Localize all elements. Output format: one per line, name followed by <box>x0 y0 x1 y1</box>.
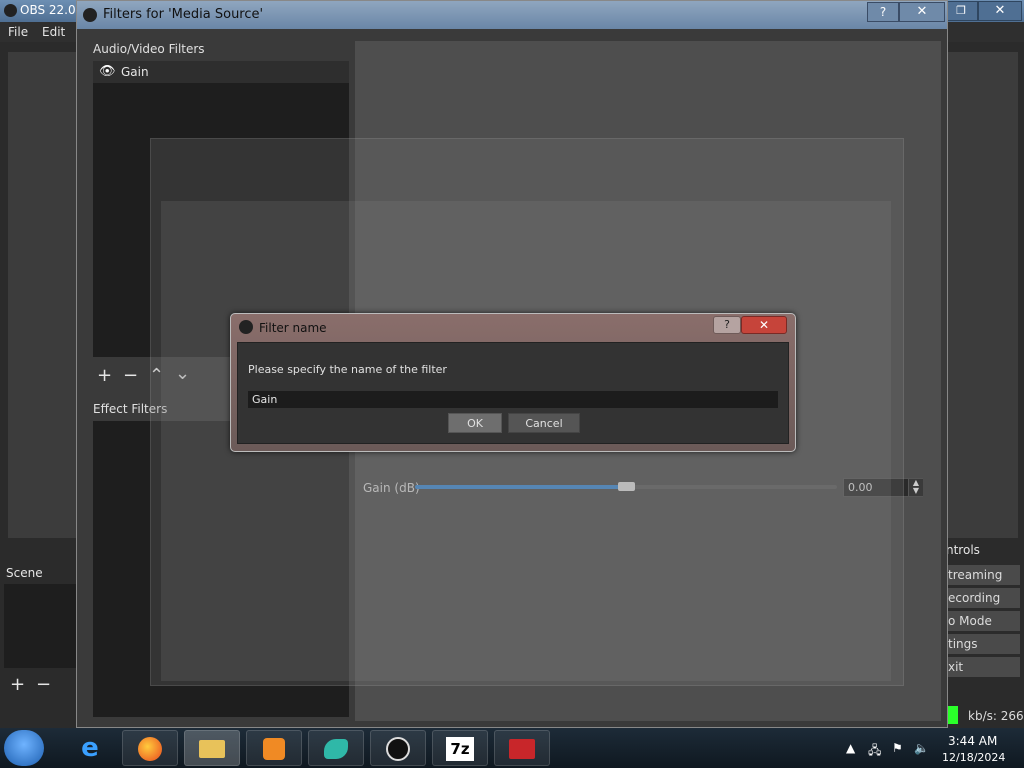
filter-name-dialog: Filter name ? ✕ Please specify the name … <box>230 313 796 452</box>
filter-name-input[interactable] <box>248 391 778 408</box>
spin-arrows-icon[interactable]: ▲ ▼ <box>908 479 923 496</box>
filters-window-title: Filters for 'Media Source' <box>103 7 264 22</box>
obs-taskbar-icon[interactable] <box>370 730 426 766</box>
filters-close-button[interactable]: ✕ <box>899 2 945 22</box>
cancel-button[interactable]: Cancel <box>508 413 580 433</box>
internet-explorer-icon[interactable]: e <box>62 730 118 766</box>
volume-muted-icon[interactable]: 🔈 <box>914 741 929 755</box>
scene-add-icon[interactable]: + <box>10 676 25 694</box>
eye-visibility-icon[interactable]: 👁 <box>99 64 116 79</box>
action-center-flag-icon[interactable]: ⚑ <box>892 741 903 755</box>
obs-window-title: OBS 22.0. <box>20 3 80 17</box>
file-explorer-icon[interactable] <box>184 730 240 766</box>
toolbox-icon[interactable] <box>494 730 550 766</box>
filter-item-label: Gain <box>121 65 149 79</box>
scene-remove-icon[interactable]: − <box>36 676 51 694</box>
start-streaming-button[interactable]: treaming <box>944 565 1020 585</box>
dialog-help-button[interactable]: ? <box>713 316 741 334</box>
start-recording-button[interactable]: ecording <box>944 588 1020 608</box>
bird-app-icon[interactable] <box>308 730 364 766</box>
controls-header: ntrols <box>946 543 980 557</box>
dialog-prompt: Please specify the name of the filter <box>248 363 447 376</box>
scene-header: Scene <box>6 566 43 580</box>
filters-help-button[interactable]: ? <box>867 2 899 22</box>
obs-close-button[interactable]: ✕ <box>978 1 1022 21</box>
ok-button[interactable]: OK <box>448 413 502 433</box>
7zip-label: 7z <box>446 737 474 761</box>
start-button[interactable] <box>4 730 44 766</box>
audio-video-filters-label: Audio/Video Filters <box>93 42 205 56</box>
obs-logo-icon <box>239 320 253 334</box>
filter-list-item[interactable]: 👁 Gain <box>93 61 349 83</box>
menu-edit[interactable]: Edit <box>42 25 65 39</box>
bitrate-status: kb/s: 2666 <box>968 709 1024 723</box>
obs-restore-button[interactable]: ❐ <box>944 1 978 21</box>
settings-button[interactable]: tings <box>944 634 1020 654</box>
obs-logo-icon <box>4 4 17 17</box>
menu-file[interactable]: File <box>8 25 28 39</box>
exit-button[interactable]: xit <box>944 657 1020 677</box>
obs-logo-icon <box>83 8 97 22</box>
media-player-icon[interactable] <box>246 730 302 766</box>
network-icon[interactable]: 🖧 <box>868 741 881 762</box>
dialog-body: Please specify the name of the filter OK… <box>237 342 789 444</box>
studio-mode-button[interactable]: o Mode <box>944 611 1020 631</box>
remove-filter-icon[interactable]: − <box>123 367 138 385</box>
clock-time[interactable]: 3:44 AM <box>948 734 997 748</box>
dialog-title: Filter name <box>259 321 327 335</box>
add-filter-icon[interactable]: + <box>97 367 112 385</box>
7zip-icon[interactable]: 7z <box>432 730 488 766</box>
clock-date[interactable]: 12/18/2024 <box>942 751 1005 764</box>
firefox-icon[interactable] <box>122 730 178 766</box>
dialog-close-button[interactable]: ✕ <box>741 316 787 334</box>
show-hidden-icons-icon[interactable]: ▲ <box>846 741 855 755</box>
scene-list[interactable] <box>4 584 76 668</box>
